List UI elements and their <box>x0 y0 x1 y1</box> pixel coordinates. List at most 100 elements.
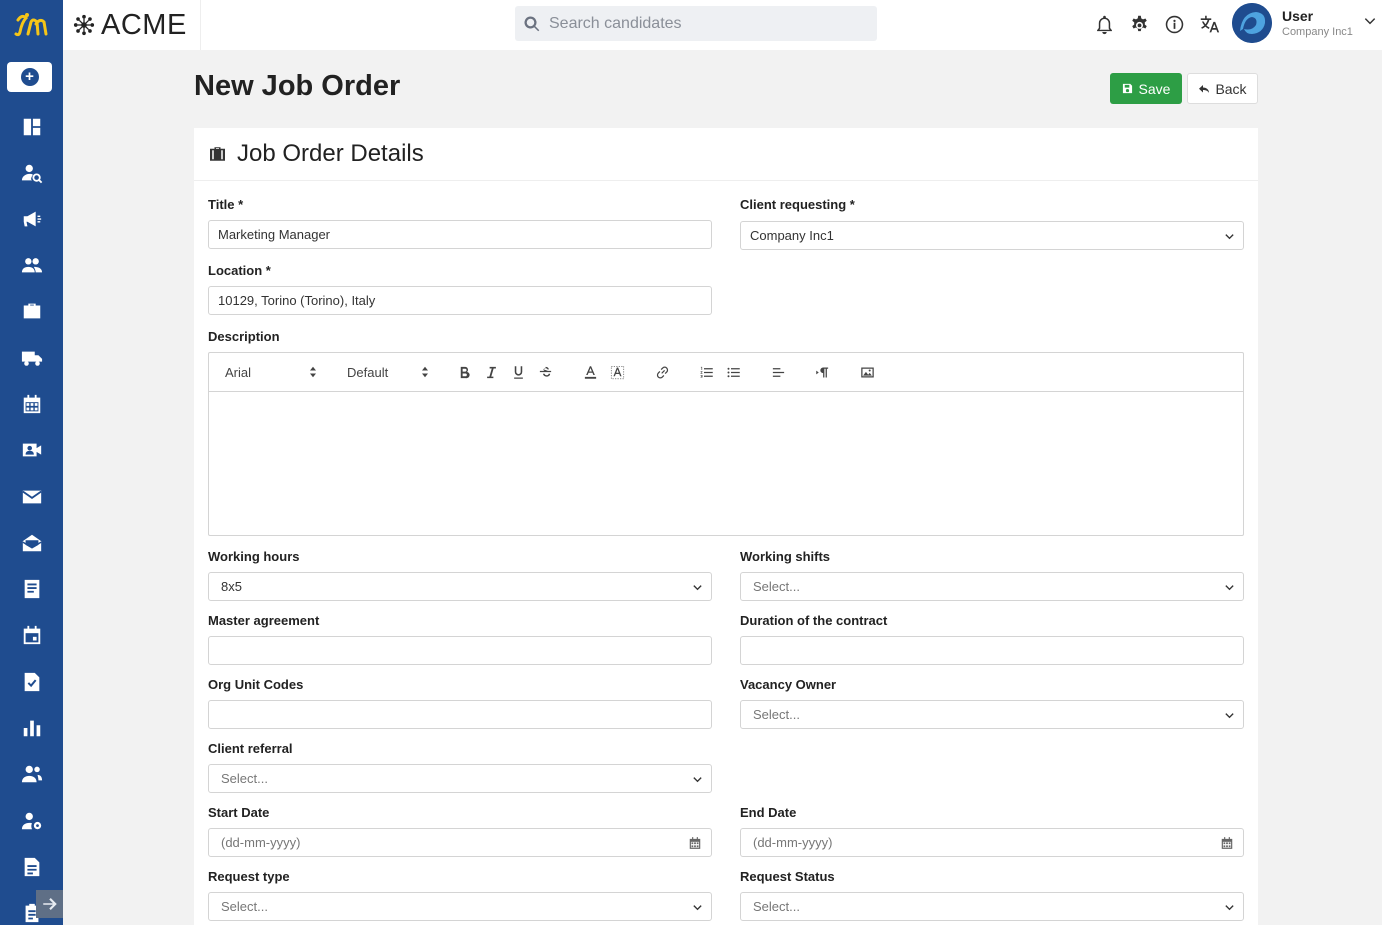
notifications-button[interactable] <box>1091 11 1117 37</box>
sidebar-item-user-settings[interactable] <box>0 801 63 841</box>
vacancy-owner-value: Select... <box>753 707 800 722</box>
search-input[interactable] <box>549 14 859 33</box>
org-unit-input[interactable] <box>208 700 712 729</box>
highlight-icon <box>610 365 625 379</box>
underline-button[interactable] <box>511 362 526 382</box>
sidebar-item-events[interactable] <box>0 615 63 655</box>
language-button[interactable] <box>1196 11 1222 37</box>
italic-icon <box>487 366 496 378</box>
bold-button[interactable] <box>457 362 472 382</box>
master-agreement-input[interactable] <box>208 636 712 665</box>
sidebar-item-campaigns[interactable] <box>0 199 63 239</box>
sidebar-item-contracts[interactable] <box>0 847 63 887</box>
sidebar-item-dashboard[interactable] <box>0 107 63 147</box>
client-select[interactable]: Company Inc1 <box>740 221 1244 250</box>
end-date-input[interactable]: (dd-mm-yyyy) <box>740 828 1244 857</box>
paragraph-icon <box>816 367 829 377</box>
vacancy-owner-select[interactable]: Select... <box>740 700 1244 729</box>
briefcase-icon <box>210 147 225 161</box>
chevron-down-icon <box>1225 234 1234 240</box>
bullet-list-button[interactable] <box>726 362 741 382</box>
sidebar-item-inbox[interactable] <box>0 523 63 563</box>
request-type-value: Select... <box>221 899 268 914</box>
location-label: Location * <box>208 263 271 278</box>
start-date-label: Start Date <box>208 805 270 820</box>
highlight-button[interactable] <box>610 362 625 382</box>
back-button-label: Back <box>1215 80 1247 97</box>
sidebar-item-reports[interactable] <box>0 708 63 748</box>
link-button[interactable] <box>655 362 670 382</box>
insert-image-button[interactable] <box>860 362 875 382</box>
end-date-label: End Date <box>740 805 797 820</box>
chevron-down-icon <box>1225 713 1234 719</box>
description-label: Description <box>208 329 280 344</box>
font-size-select[interactable]: Default <box>347 362 429 382</box>
chevron-down-icon[interactable] <box>1363 14 1377 28</box>
job-order-card: Job Order Details Title * Marketing Mana… <box>194 128 1258 925</box>
calendar-icon[interactable] <box>688 836 702 850</box>
sidebar-item-messages[interactable] <box>0 477 63 517</box>
working-hours-select[interactable]: 8x5 <box>208 572 712 601</box>
sidebar-item-deliveries[interactable] <box>0 338 63 378</box>
location-input[interactable]: 10129, Torino (Torino), Italy <box>208 286 712 315</box>
start-date-input[interactable]: (dd-mm-yyyy) <box>208 828 712 857</box>
sort-icon <box>422 366 428 378</box>
italic-button[interactable] <box>484 362 499 382</box>
client-referral-label: Client referral <box>208 741 293 756</box>
font-family-value: Arial <box>225 364 252 380</box>
sidebar-item-teams[interactable] <box>0 754 63 794</box>
settings-button[interactable] <box>1126 11 1152 37</box>
duration-input[interactable] <box>740 636 1244 665</box>
users-icon <box>21 258 42 273</box>
text-color-icon <box>584 365 597 379</box>
sidebar-toggle-button[interactable] <box>36 890 63 918</box>
brand[interactable]: ACME <box>63 0 201 50</box>
avatar[interactable] <box>1232 3 1272 43</box>
ordered-list-icon <box>700 366 713 377</box>
sidebar-item-candidate-search[interactable] <box>0 153 63 193</box>
bold-icon <box>460 366 470 378</box>
font-family-select[interactable]: Arial <box>225 362 317 382</box>
request-status-select[interactable]: Select... <box>740 892 1244 921</box>
app-logo[interactable] <box>0 0 63 50</box>
sidebar-item-contacts[interactable] <box>0 245 63 285</box>
working-shifts-select[interactable]: Select... <box>740 572 1244 601</box>
duration-label: Duration of the contract <box>740 613 888 628</box>
sort-icon <box>310 366 316 378</box>
text-color-button[interactable] <box>583 362 598 382</box>
sidebar-item-video-interviews[interactable] <box>0 430 63 470</box>
client-referral-select[interactable]: Select... <box>208 764 712 793</box>
bell-icon <box>1096 15 1112 34</box>
title-input-value: Marketing Manager <box>218 227 330 242</box>
paragraph-direction-button[interactable] <box>815 362 830 382</box>
info-button[interactable] <box>1161 11 1187 37</box>
truck-icon <box>21 351 42 366</box>
info-icon <box>1165 15 1183 33</box>
sidebar-item-calendar[interactable] <box>0 384 63 424</box>
user-group-icon <box>21 765 42 783</box>
working-hours-value: 8x5 <box>221 579 242 594</box>
ordered-list-button[interactable] <box>699 362 714 382</box>
brand-name: ACME <box>101 8 187 41</box>
strikethrough-button[interactable] <box>538 362 553 382</box>
calendar-icon[interactable] <box>1220 836 1234 850</box>
add-new-button[interactable]: + <box>7 62 52 92</box>
topbar: ACME User Company Inc1 <box>63 0 1382 50</box>
dashboard-icon <box>23 118 40 136</box>
back-button[interactable]: Back <box>1187 73 1258 104</box>
title-input[interactable]: Marketing Manager <box>208 220 712 249</box>
page-title: New Job Order <box>194 70 401 102</box>
client-select-value: Company Inc1 <box>750 228 834 243</box>
card-header: Job Order Details <box>194 128 1258 181</box>
request-type-select[interactable]: Select... <box>208 892 712 921</box>
save-button[interactable]: Save <box>1110 73 1182 104</box>
plus-icon: + <box>20 68 39 86</box>
sidebar-item-approvals[interactable] <box>0 662 63 702</box>
request-status-label: Request Status <box>740 869 835 884</box>
search-bar <box>515 6 877 41</box>
align-button[interactable] <box>771 362 786 382</box>
logo-icon <box>14 13 47 37</box>
sidebar-item-documents[interactable] <box>0 569 63 609</box>
sidebar-item-job-orders[interactable] <box>0 291 63 331</box>
editor-content-area[interactable] <box>209 393 1243 535</box>
